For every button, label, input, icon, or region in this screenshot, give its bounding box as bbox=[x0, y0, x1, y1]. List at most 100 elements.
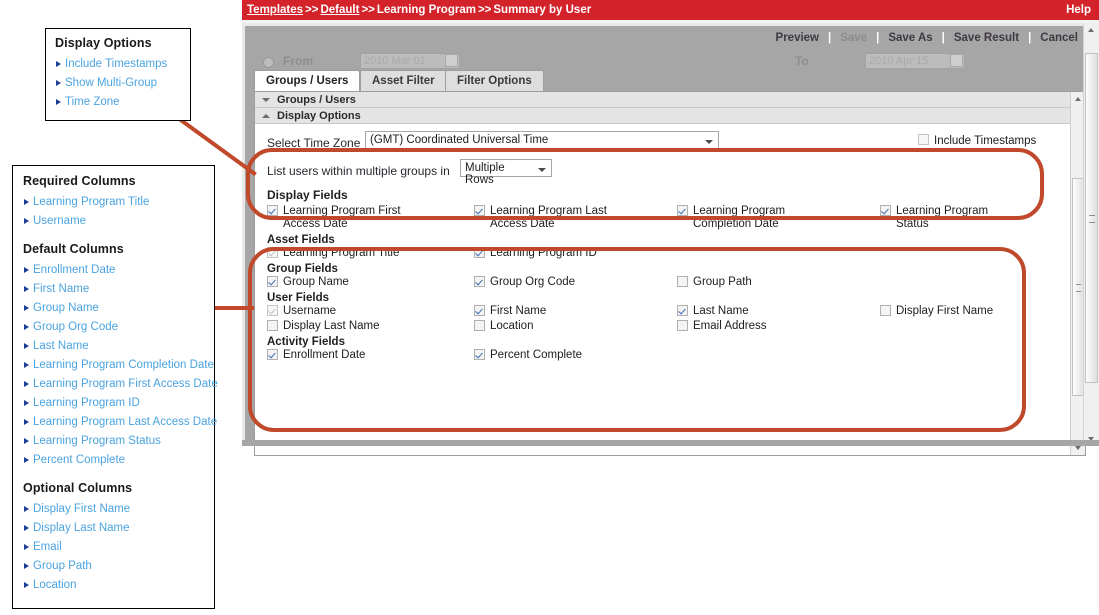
field-last-name[interactable]: Last Name bbox=[677, 305, 749, 319]
save-button[interactable]: Save bbox=[831, 32, 876, 44]
column-link-email[interactable]: Email bbox=[23, 538, 204, 557]
column-link-username[interactable]: Username bbox=[23, 212, 204, 231]
save-result-button[interactable]: Save Result bbox=[945, 32, 1028, 44]
timezone-select[interactable]: (GMT) Coordinated Universal Time bbox=[365, 131, 719, 150]
field-label: Username bbox=[283, 305, 336, 318]
callout-link-show-multi-group[interactable]: Show Multi-Group bbox=[55, 74, 181, 93]
window-scrollbar-thumb[interactable] bbox=[1085, 53, 1098, 383]
field-label: Group Org Code bbox=[490, 276, 575, 289]
include-timestamps-row[interactable]: Include Timestamps bbox=[918, 134, 1036, 147]
field-email-address[interactable]: Email Address bbox=[677, 320, 767, 334]
breadcrumb-default[interactable]: Default bbox=[320, 4, 359, 16]
help-link[interactable]: Help bbox=[1066, 4, 1091, 16]
tab-filter-options[interactable]: Filter Options bbox=[445, 70, 544, 91]
breadcrumb: Templates>>Default>>Learning Program>>Su… bbox=[247, 4, 591, 16]
column-link-lp-status[interactable]: Learning Program Status bbox=[23, 432, 204, 451]
save-as-button[interactable]: Save As bbox=[879, 32, 941, 44]
checkbox[interactable] bbox=[474, 247, 485, 258]
checkbox[interactable] bbox=[267, 320, 278, 331]
connector-line-columns bbox=[214, 306, 254, 310]
field-label: Learning Program Status bbox=[896, 205, 1016, 231]
column-link-learning-program-title[interactable]: Learning Program Title bbox=[23, 193, 204, 212]
field-lp-first-access-date[interactable]: Learning Program First Access Date bbox=[267, 205, 403, 231]
tab-strip: Groups / Users Asset Filter Filter Optio… bbox=[254, 70, 1086, 91]
date-from-label: From bbox=[283, 54, 313, 68]
field-display-first-name[interactable]: Display First Name bbox=[880, 305, 993, 319]
column-link-group-path[interactable]: Group Path bbox=[23, 557, 204, 576]
checkbox[interactable] bbox=[267, 247, 278, 258]
callout-display-options-title: Display Options bbox=[55, 36, 181, 50]
column-link-lp-completion-date[interactable]: Learning Program Completion Date bbox=[23, 356, 204, 375]
callout-display-options: Display Options Include Timestamps Show … bbox=[45, 28, 191, 121]
breadcrumb-templates[interactable]: Templates bbox=[247, 4, 303, 16]
field-learning-program-title[interactable]: Learning Program Title bbox=[267, 247, 399, 261]
field-percent-complete[interactable]: Percent Complete bbox=[474, 349, 582, 363]
checkbox[interactable] bbox=[474, 276, 485, 287]
column-link-last-name[interactable]: Last Name bbox=[23, 337, 204, 356]
field-label: Percent Complete bbox=[490, 349, 582, 362]
date-range-radio[interactable] bbox=[263, 57, 274, 68]
window-scroll-up-arrow-icon[interactable] bbox=[1084, 23, 1098, 37]
field-enrollment-date[interactable]: Enrollment Date bbox=[267, 349, 365, 363]
field-label: Display Last Name bbox=[283, 320, 380, 333]
tab-asset-filter[interactable]: Asset Filter bbox=[360, 70, 447, 91]
column-link-group-org-code[interactable]: Group Org Code bbox=[23, 318, 204, 337]
column-link-lp-id[interactable]: Learning Program ID bbox=[23, 394, 204, 413]
include-timestamps-checkbox[interactable] bbox=[918, 134, 929, 145]
checkbox[interactable] bbox=[474, 305, 485, 316]
field-lp-completion-date[interactable]: Learning Program Completion Date bbox=[677, 205, 813, 231]
multigroup-select[interactable]: Multiple Rows bbox=[460, 159, 552, 177]
field-group-org-code[interactable]: Group Org Code bbox=[474, 276, 575, 290]
window-bottom-edge bbox=[242, 440, 1099, 446]
checkbox[interactable] bbox=[677, 320, 688, 331]
column-link-lp-first-access-date[interactable]: Learning Program First Access Date bbox=[23, 375, 204, 394]
field-location[interactable]: Location bbox=[474, 320, 533, 334]
column-link-lp-last-access-date[interactable]: Learning Program Last Access Date bbox=[23, 413, 204, 432]
checkbox[interactable] bbox=[677, 305, 688, 316]
checkbox[interactable] bbox=[267, 276, 278, 287]
checkbox[interactable] bbox=[474, 205, 485, 216]
callout-link-time-zone[interactable]: Time Zone bbox=[55, 93, 181, 112]
calendar-icon-to[interactable] bbox=[950, 54, 963, 67]
field-lp-last-access-date[interactable]: Learning Program Last Access Date bbox=[474, 205, 610, 231]
column-link-group-name[interactable]: Group Name bbox=[23, 299, 204, 318]
field-row: Learning Program First Access Date Learn… bbox=[267, 205, 1067, 233]
checkbox[interactable] bbox=[267, 349, 278, 360]
checkbox[interactable] bbox=[677, 205, 688, 216]
column-link-location[interactable]: Location bbox=[23, 576, 204, 595]
checkbox[interactable] bbox=[880, 305, 891, 316]
checkbox[interactable] bbox=[474, 349, 485, 360]
column-link-display-last-name[interactable]: Display Last Name bbox=[23, 519, 204, 538]
column-link-display-first-name[interactable]: Display First Name bbox=[23, 500, 204, 519]
checkbox[interactable] bbox=[267, 305, 278, 316]
field-learning-program-id[interactable]: Learning Program ID bbox=[474, 247, 597, 261]
column-link-enrollment-date[interactable]: Enrollment Date bbox=[23, 261, 204, 280]
calendar-icon-from[interactable] bbox=[445, 54, 458, 67]
callout-link-include-timestamps[interactable]: Include Timestamps bbox=[55, 55, 181, 74]
application-window: Templates>>Default>>Learning Program>>Su… bbox=[242, 0, 1099, 446]
field-row: Username First Name Last Name Display Fi… bbox=[267, 305, 1067, 320]
group-header-asset-fields: Asset Fields bbox=[267, 234, 1067, 246]
accordion-display-options[interactable]: Display Options bbox=[255, 108, 1085, 124]
column-link-percent-complete[interactable]: Percent Complete bbox=[23, 451, 204, 470]
field-username[interactable]: Username bbox=[267, 305, 336, 319]
cancel-button[interactable]: Cancel bbox=[1031, 32, 1087, 44]
field-group-path[interactable]: Group Path bbox=[677, 276, 752, 290]
checkbox[interactable] bbox=[267, 205, 278, 216]
window-scrollbar[interactable] bbox=[1083, 23, 1099, 446]
field-label: Learning Program Last Access Date bbox=[490, 205, 610, 231]
callout-columns: Required Columns Learning Program Title … bbox=[12, 165, 215, 609]
column-link-first-name[interactable]: First Name bbox=[23, 280, 204, 299]
checkbox[interactable] bbox=[474, 320, 485, 331]
field-first-name[interactable]: First Name bbox=[474, 305, 546, 319]
tab-groups-users[interactable]: Groups / Users bbox=[254, 70, 360, 91]
toolbar: Preview|Save|Save As|Save Result|Cancel bbox=[245, 26, 1095, 52]
accordion-groups-users[interactable]: Groups / Users bbox=[255, 92, 1085, 108]
checkbox[interactable] bbox=[880, 205, 891, 216]
preview-button[interactable]: Preview bbox=[767, 32, 828, 44]
field-display-last-name[interactable]: Display Last Name bbox=[267, 320, 380, 334]
group-header-user-fields: User Fields bbox=[267, 292, 1067, 304]
checkbox[interactable] bbox=[677, 276, 688, 287]
field-lp-status[interactable]: Learning Program Status bbox=[880, 205, 1016, 231]
field-group-name[interactable]: Group Name bbox=[267, 276, 349, 290]
